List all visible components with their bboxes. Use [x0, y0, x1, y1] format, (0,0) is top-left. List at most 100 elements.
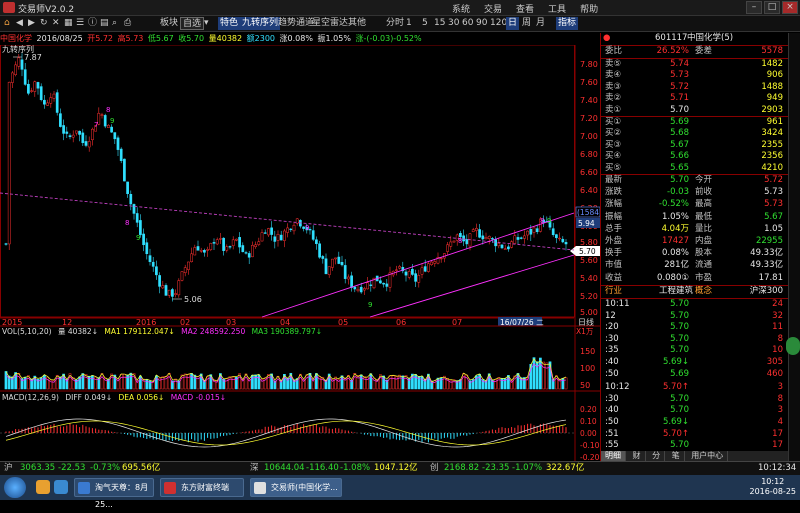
side-scrollbar[interactable] [786, 33, 800, 461]
grid-icon[interactable]: ▦ [62, 17, 75, 30]
forward-icon[interactable]: ▶ [26, 17, 37, 30]
tab-minute[interactable]: 分 [648, 451, 666, 461]
volume-bar [161, 376, 165, 390]
tick-price: 5.70 [670, 393, 689, 404]
minimize-icon[interactable]: – [746, 1, 762, 14]
candle-body [171, 289, 174, 297]
toolbar-star-radar[interactable]: 星空雷达 [310, 17, 350, 30]
toolbar-special[interactable]: 特色 [218, 17, 241, 30]
tick-volume: 24 [772, 299, 783, 309]
start-button-icon[interactable] [4, 477, 26, 498]
candle-body [366, 282, 369, 290]
toolbar-nine-turn[interactable]: 九转序列 [240, 17, 281, 30]
back-icon[interactable]: ◀ [14, 17, 25, 30]
candle-body [39, 86, 43, 100]
clock-time: 10:12 [761, 477, 785, 486]
volume-bar [340, 375, 344, 390]
period-1[interactable]: 1 [404, 17, 414, 30]
list-icon[interactable]: ☰ [74, 17, 86, 30]
search-icon[interactable]: ⌕ [110, 17, 119, 30]
quote-row: 10:12 5.70↑ 3 [603, 382, 787, 393]
quote-row: :50 5.69 460 [603, 369, 787, 380]
volume-bar [398, 374, 401, 390]
toolbar-sector[interactable]: 板块 [158, 17, 180, 30]
menu-help[interactable]: 帮助 [580, 2, 598, 15]
menu-trade[interactable]: 交易 [484, 2, 502, 15]
candle-body [7, 81, 11, 245]
browser-icon[interactable] [54, 480, 68, 494]
task-jiaoyishi[interactable]: 交易师(中国化学... [250, 478, 342, 497]
menu-system[interactable]: 系统 [452, 2, 470, 15]
cross-icon[interactable]: ✕ [50, 17, 62, 30]
weicha-label: 委差 [695, 46, 713, 56]
price-tag-upper: 5.94 [578, 219, 595, 228]
volume-bar [167, 373, 171, 390]
candle-body [183, 267, 187, 273]
quote-label: 外盘 [605, 236, 623, 246]
float-ball-icon[interactable] [786, 337, 800, 355]
tick-time: :35 [605, 345, 619, 356]
task-eastmoney[interactable]: 东方财富终端 [160, 478, 244, 497]
industry-value[interactable]: 工程建筑 [643, 286, 693, 297]
quote-value: 49.33亿 [750, 248, 783, 259]
candle-body [379, 280, 382, 284]
volume-bar [436, 377, 440, 390]
candle-body [347, 276, 350, 280]
candle-body [81, 132, 85, 143]
menu-tools[interactable]: 工具 [548, 2, 566, 15]
candle-body [257, 241, 261, 245]
volume-bar [404, 375, 408, 390]
maximize-icon[interactable]: □ [764, 1, 780, 14]
dropdown-icon[interactable]: ▾ [202, 17, 211, 30]
buy-price: 5.65 [670, 162, 689, 173]
tab-detail[interactable]: 明细 [601, 451, 626, 461]
period-day[interactable]: 日 [506, 17, 520, 30]
candle-body [564, 242, 568, 245]
tab-tick[interactable]: 笔 [668, 451, 685, 461]
period-5[interactable]: 5 [420, 17, 430, 30]
quote-row: 最新 5.70 今开 5.72 [603, 175, 787, 186]
close-icon[interactable]: × [782, 1, 798, 14]
print-icon[interactable]: ⎙ [122, 17, 133, 30]
indicator-button[interactable]: 指标 [556, 17, 579, 30]
tab-user-center[interactable]: 用户中心 [687, 451, 729, 461]
period-month[interactable]: 月 [534, 17, 547, 30]
candle-body [164, 285, 168, 296]
refresh-icon[interactable]: ↻ [38, 17, 50, 30]
tile-icon[interactable]: ▤ [98, 17, 111, 30]
chart-area[interactable]: 九转序列 7.87 5.06 7.80 7.60 7.40 7.20 7.00 … [0, 45, 600, 461]
candle-body [420, 267, 424, 275]
concept-value[interactable]: 沪深300 [750, 286, 783, 297]
menu-view[interactable]: 查看 [516, 2, 534, 15]
sell-price: 5.72 [670, 81, 689, 92]
tab-finance[interactable]: 财 [629, 451, 646, 461]
sz-amount: 1047.12亿 [374, 463, 418, 473]
quote-row: 振幅 1.05% 最低 5.67 [603, 212, 787, 223]
sell-level-label: 卖① [605, 104, 622, 115]
sh-index: 3063.35 [20, 463, 56, 473]
candle-body [247, 253, 251, 258]
tick-time: :51 [605, 428, 619, 439]
volume-bar [555, 375, 558, 390]
stock-code: 601117 [655, 33, 688, 43]
toolbar-watchlist[interactable]: 自选 [180, 17, 205, 30]
home-icon[interactable]: ⌂ [2, 17, 12, 30]
toolbar-other[interactable]: 其他 [346, 17, 368, 30]
industry-label: 行业 [605, 286, 623, 296]
system-clock[interactable]: 10:12 2016-08-25 [750, 477, 797, 497]
period-timeshare[interactable]: 分时 [384, 17, 406, 30]
quote-row: 10:11 5.70 24 [603, 299, 787, 310]
sz-change: -116.40 [306, 463, 339, 473]
candle-body [487, 235, 491, 240]
task-taoqi[interactable]: 淘气天尊：8月25... [74, 478, 154, 509]
volume-bar [516, 373, 520, 390]
period-week[interactable]: 周 [520, 17, 533, 30]
volume-bar [388, 375, 392, 390]
menu-bar: 系统 交易 查看 工具 帮助 [452, 2, 598, 15]
volume-bar [228, 376, 232, 390]
folder-icon[interactable] [36, 480, 50, 494]
price-tick: 6.60 [580, 168, 598, 177]
candle-body [516, 237, 520, 240]
tick-volume: 8 [777, 393, 783, 404]
candle-body [359, 286, 363, 293]
